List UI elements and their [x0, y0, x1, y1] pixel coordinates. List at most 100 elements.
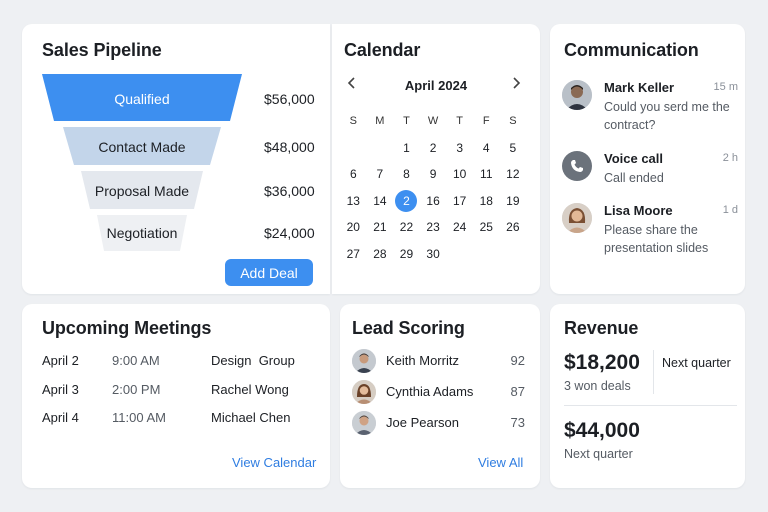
lead-row[interactable]: Keith Morritz 92	[352, 349, 528, 373]
revenue-title: Revenue	[564, 318, 639, 338]
calendar-day[interactable]: 25	[473, 220, 500, 234]
meeting-date: April 3	[42, 382, 79, 397]
lead-score: 87	[510, 384, 525, 399]
funnel-label-qualified: Qualified	[114, 91, 170, 107]
weekday-label: F	[482, 115, 490, 128]
lead-scoring-card: Lead Scoring Keith Morritz 92 Cynthia Ad…	[340, 304, 540, 488]
calendar-day[interactable]: 7	[367, 167, 394, 181]
call-time: 2 h	[722, 152, 738, 164]
calendar-day[interactable]: 10	[446, 167, 473, 181]
call-title: Voice call	[604, 151, 664, 166]
upcoming-meetings-title: Upcoming Meetings	[42, 318, 212, 338]
funnel-amount-contact-made: $48,000	[264, 139, 315, 155]
calendar-day[interactable]: 30	[420, 247, 447, 261]
calendar-day[interactable]: 29	[393, 247, 420, 261]
calendar-day[interactable]: 23	[420, 220, 447, 234]
add-deal-button[interactable]: Add Deal	[225, 259, 313, 286]
funnel-label-contact-made: Contact Made	[98, 139, 186, 155]
calendar-week-row: 27 28 29 30	[340, 241, 534, 268]
meeting-date: April 2	[42, 353, 79, 368]
lead-row[interactable]: Joe Pearson 73	[352, 411, 528, 435]
view-calendar-link[interactable]: View Calendar	[232, 455, 316, 470]
funnel-amount-qualified: $56,000	[264, 91, 315, 107]
message-sender: Mark Keller	[604, 80, 675, 95]
weekday-label: M	[375, 115, 385, 128]
calendar-day[interactable]: 16	[420, 194, 447, 208]
calendar-day[interactable]: 18	[473, 194, 500, 208]
message-time: 15 m	[713, 81, 738, 93]
meeting-name: Design Group	[211, 353, 295, 368]
meeting-name: Rachel Wong	[211, 382, 289, 397]
avatar-joe-pearson	[352, 411, 376, 435]
calendar-grid: S M T W T F S 1 2 3 4 5 6 7 8 9 10 11 12…	[340, 108, 534, 267]
revenue-won-deals: 3 won deals	[564, 379, 631, 393]
revenue-side-label: Next quarter	[662, 356, 731, 370]
calendar-day[interactable]: 22	[393, 220, 420, 234]
message-text: Please share the presentation slides	[604, 223, 709, 255]
revenue-next-amount: $44,000	[564, 419, 640, 442]
upcoming-meetings-card: Upcoming Meetings April 2 9:00 AM Design…	[22, 304, 330, 488]
weekday-label: S	[509, 115, 517, 128]
call-item[interactable]: Voice call 2 h Call ended	[562, 151, 738, 187]
calendar-day[interactable]: 20	[340, 220, 367, 234]
message-item[interactable]: Lisa Moore 1 d Please share the presenta…	[562, 203, 738, 255]
lead-score: 73	[510, 415, 525, 430]
calendar-day[interactable]: 27	[340, 247, 367, 261]
calendar-week-row: 13 14 2 16 17 18 19	[340, 188, 534, 215]
revenue-next-label: Next quarter	[564, 447, 633, 461]
revenue-divider-horizontal	[564, 405, 737, 406]
funnel-amount-proposal-made: $36,000	[264, 183, 315, 199]
communication-card: Communication Mark Keller 15 m Could you…	[550, 24, 745, 294]
calendar-day[interactable]: 1	[393, 141, 420, 155]
calendar-day[interactable]: 6	[340, 167, 367, 181]
calendar-day-selected[interactable]: 2	[393, 189, 420, 212]
weekday-label: W	[427, 115, 439, 128]
calendar-week-row: 1 2 3 4 5	[340, 135, 534, 162]
calendar-day[interactable]: 26	[500, 220, 527, 234]
funnel-label-proposal-made: Proposal Made	[94, 183, 190, 199]
sales-pipeline-title: Sales Pipeline	[42, 40, 162, 60]
weekday-label: S	[349, 115, 357, 128]
calendar-day[interactable]: 11	[473, 167, 500, 181]
avatar-keith-morritz	[352, 349, 376, 373]
calendar-day[interactable]: 21	[367, 220, 394, 234]
avatar-lisa-moore	[562, 203, 592, 233]
chevron-right-icon[interactable]	[510, 76, 522, 93]
calendar-day[interactable]: 12	[500, 167, 527, 181]
meeting-time: 11:00 AM	[112, 410, 166, 425]
view-all-link[interactable]: View All	[478, 455, 523, 470]
meeting-time: 2:00 PM	[112, 382, 161, 397]
sales-pipeline-card: Sales Pipeline Qualified Contact Made Pr…	[22, 24, 330, 294]
calendar-day[interactable]: 28	[367, 247, 394, 261]
lead-row[interactable]: Cynthia Adams 87	[352, 380, 528, 404]
meeting-time: 9:00 AM	[112, 353, 160, 368]
calendar-day[interactable]: 9	[420, 167, 447, 181]
communication-title: Communication	[564, 40, 699, 60]
lead-score: 92	[510, 353, 525, 368]
selected-day-label: 2	[395, 189, 418, 212]
calendar-day[interactable]: 19	[500, 194, 527, 208]
calendar-day[interactable]: 4	[473, 141, 500, 155]
calendar-day[interactable]: 14	[367, 194, 394, 208]
funnel-label-negotiation: Negotiation	[106, 225, 178, 241]
calendar-day[interactable]: 8	[393, 167, 420, 181]
calendar-weekday-row: S M T W T F S	[340, 108, 534, 135]
revenue-card: Revenue $18,200 3 won deals Next quarter…	[550, 304, 745, 488]
revenue-won-amount: $18,200	[564, 351, 640, 374]
calendar-day[interactable]: 24	[446, 220, 473, 234]
phone-icon	[562, 151, 592, 181]
lead-scoring-title: Lead Scoring	[352, 318, 465, 338]
calendar-day[interactable]: 5	[500, 141, 527, 155]
message-text: Could you serd me the contract?	[604, 100, 730, 132]
weekday-label: T	[456, 115, 464, 128]
avatar-cynthia-adams	[352, 380, 376, 404]
calendar-day[interactable]: 17	[446, 194, 473, 208]
calendar-day[interactable]: 2	[420, 141, 447, 155]
lead-name: Cynthia Adams	[386, 384, 474, 399]
calendar-day[interactable]: 3	[446, 141, 473, 155]
message-item[interactable]: Mark Keller 15 m Could you serd me the c…	[562, 80, 738, 132]
message-time: 1 d	[722, 204, 738, 216]
lead-name: Keith Morritz	[386, 353, 459, 368]
calendar-day[interactable]: 13	[340, 194, 367, 208]
meeting-date: April 4	[42, 410, 79, 425]
